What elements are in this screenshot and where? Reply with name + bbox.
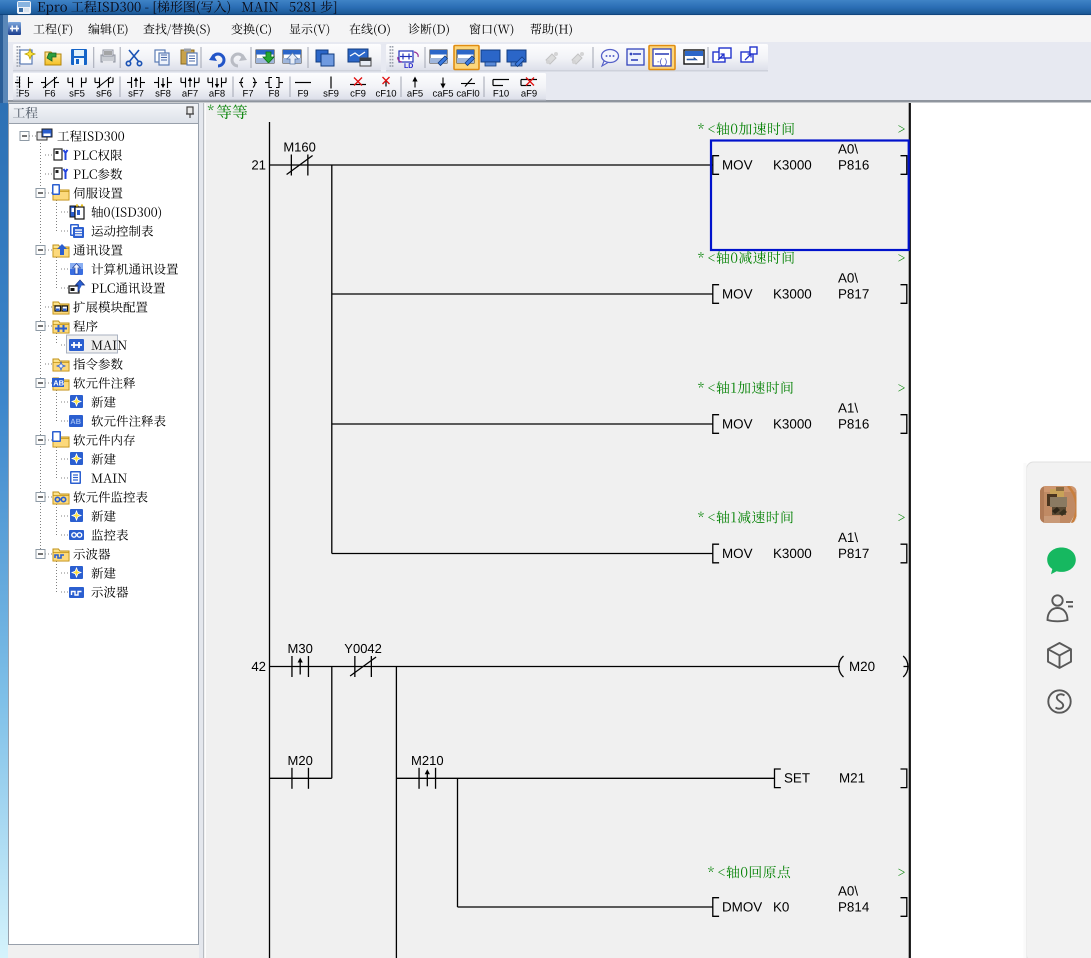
svg-text:K3000: K3000: [773, 416, 812, 431]
svg-text:aF9: aF9: [521, 89, 537, 100]
svg-text:F8: F8: [268, 89, 279, 100]
svg-text:cF10: cF10: [375, 89, 396, 100]
svg-text:sF5: sF5: [69, 89, 85, 100]
svg-text:F6: F6: [44, 89, 55, 100]
svg-text:P816: P816: [838, 157, 869, 172]
svg-text:A0\: A0\: [838, 270, 858, 285]
svg-text:P817: P817: [838, 546, 869, 561]
svg-text:K3000: K3000: [773, 157, 812, 172]
svg-text:M20: M20: [288, 753, 313, 768]
svg-text:sF8: sF8: [155, 89, 171, 100]
svg-text:aF8: aF8: [209, 89, 225, 100]
svg-text:AB: AB: [70, 417, 81, 426]
svg-text:P814: P814: [838, 899, 870, 914]
svg-text:caF5: caF5: [432, 89, 453, 100]
svg-text:Y0042: Y0042: [344, 641, 382, 656]
svg-text:F9: F9: [297, 89, 308, 100]
svg-text:cF9: cF9: [350, 89, 366, 100]
svg-text:K3000: K3000: [773, 286, 812, 301]
svg-text:M21: M21: [839, 771, 865, 786]
svg-text:F7: F7: [242, 89, 253, 100]
svg-text:F5: F5: [18, 89, 29, 100]
svg-text:MOV: MOV: [722, 546, 753, 561]
svg-text:sF6: sF6: [96, 89, 112, 100]
svg-text:aF7: aF7: [182, 89, 198, 100]
svg-text:P816: P816: [838, 416, 869, 431]
svg-text:M160: M160: [283, 140, 316, 155]
svg-text:LD: LD: [404, 63, 413, 70]
svg-text:AB: AB: [53, 379, 64, 388]
svg-text:42: 42: [251, 659, 266, 674]
svg-text:A1\: A1\: [838, 400, 858, 415]
svg-text:M210: M210: [411, 753, 444, 768]
svg-text:sF7: sF7: [128, 89, 144, 100]
svg-text:-( ): -( ): [657, 57, 668, 66]
svg-text:MOV: MOV: [722, 286, 753, 301]
svg-text:caFl0: caFl0: [456, 89, 479, 100]
svg-text:21: 21: [251, 157, 266, 172]
svg-text:M30: M30: [288, 641, 313, 656]
svg-text:MOV: MOV: [722, 157, 753, 172]
svg-text:A1\: A1\: [838, 530, 858, 545]
svg-text:sF9: sF9: [323, 89, 339, 100]
svg-text:A0\: A0\: [838, 883, 858, 898]
svg-text:K0: K0: [773, 899, 789, 914]
svg-text:K3000: K3000: [773, 546, 812, 561]
svg-text:F10: F10: [493, 89, 509, 100]
svg-text:A0\: A0\: [838, 141, 858, 156]
svg-text:MOV: MOV: [722, 416, 753, 431]
svg-text:DMOV: DMOV: [722, 899, 762, 914]
svg-text:M20: M20: [849, 659, 875, 674]
svg-text:P817: P817: [838, 286, 869, 301]
svg-text:aF5: aF5: [407, 89, 423, 100]
svg-text:SET: SET: [784, 771, 810, 786]
